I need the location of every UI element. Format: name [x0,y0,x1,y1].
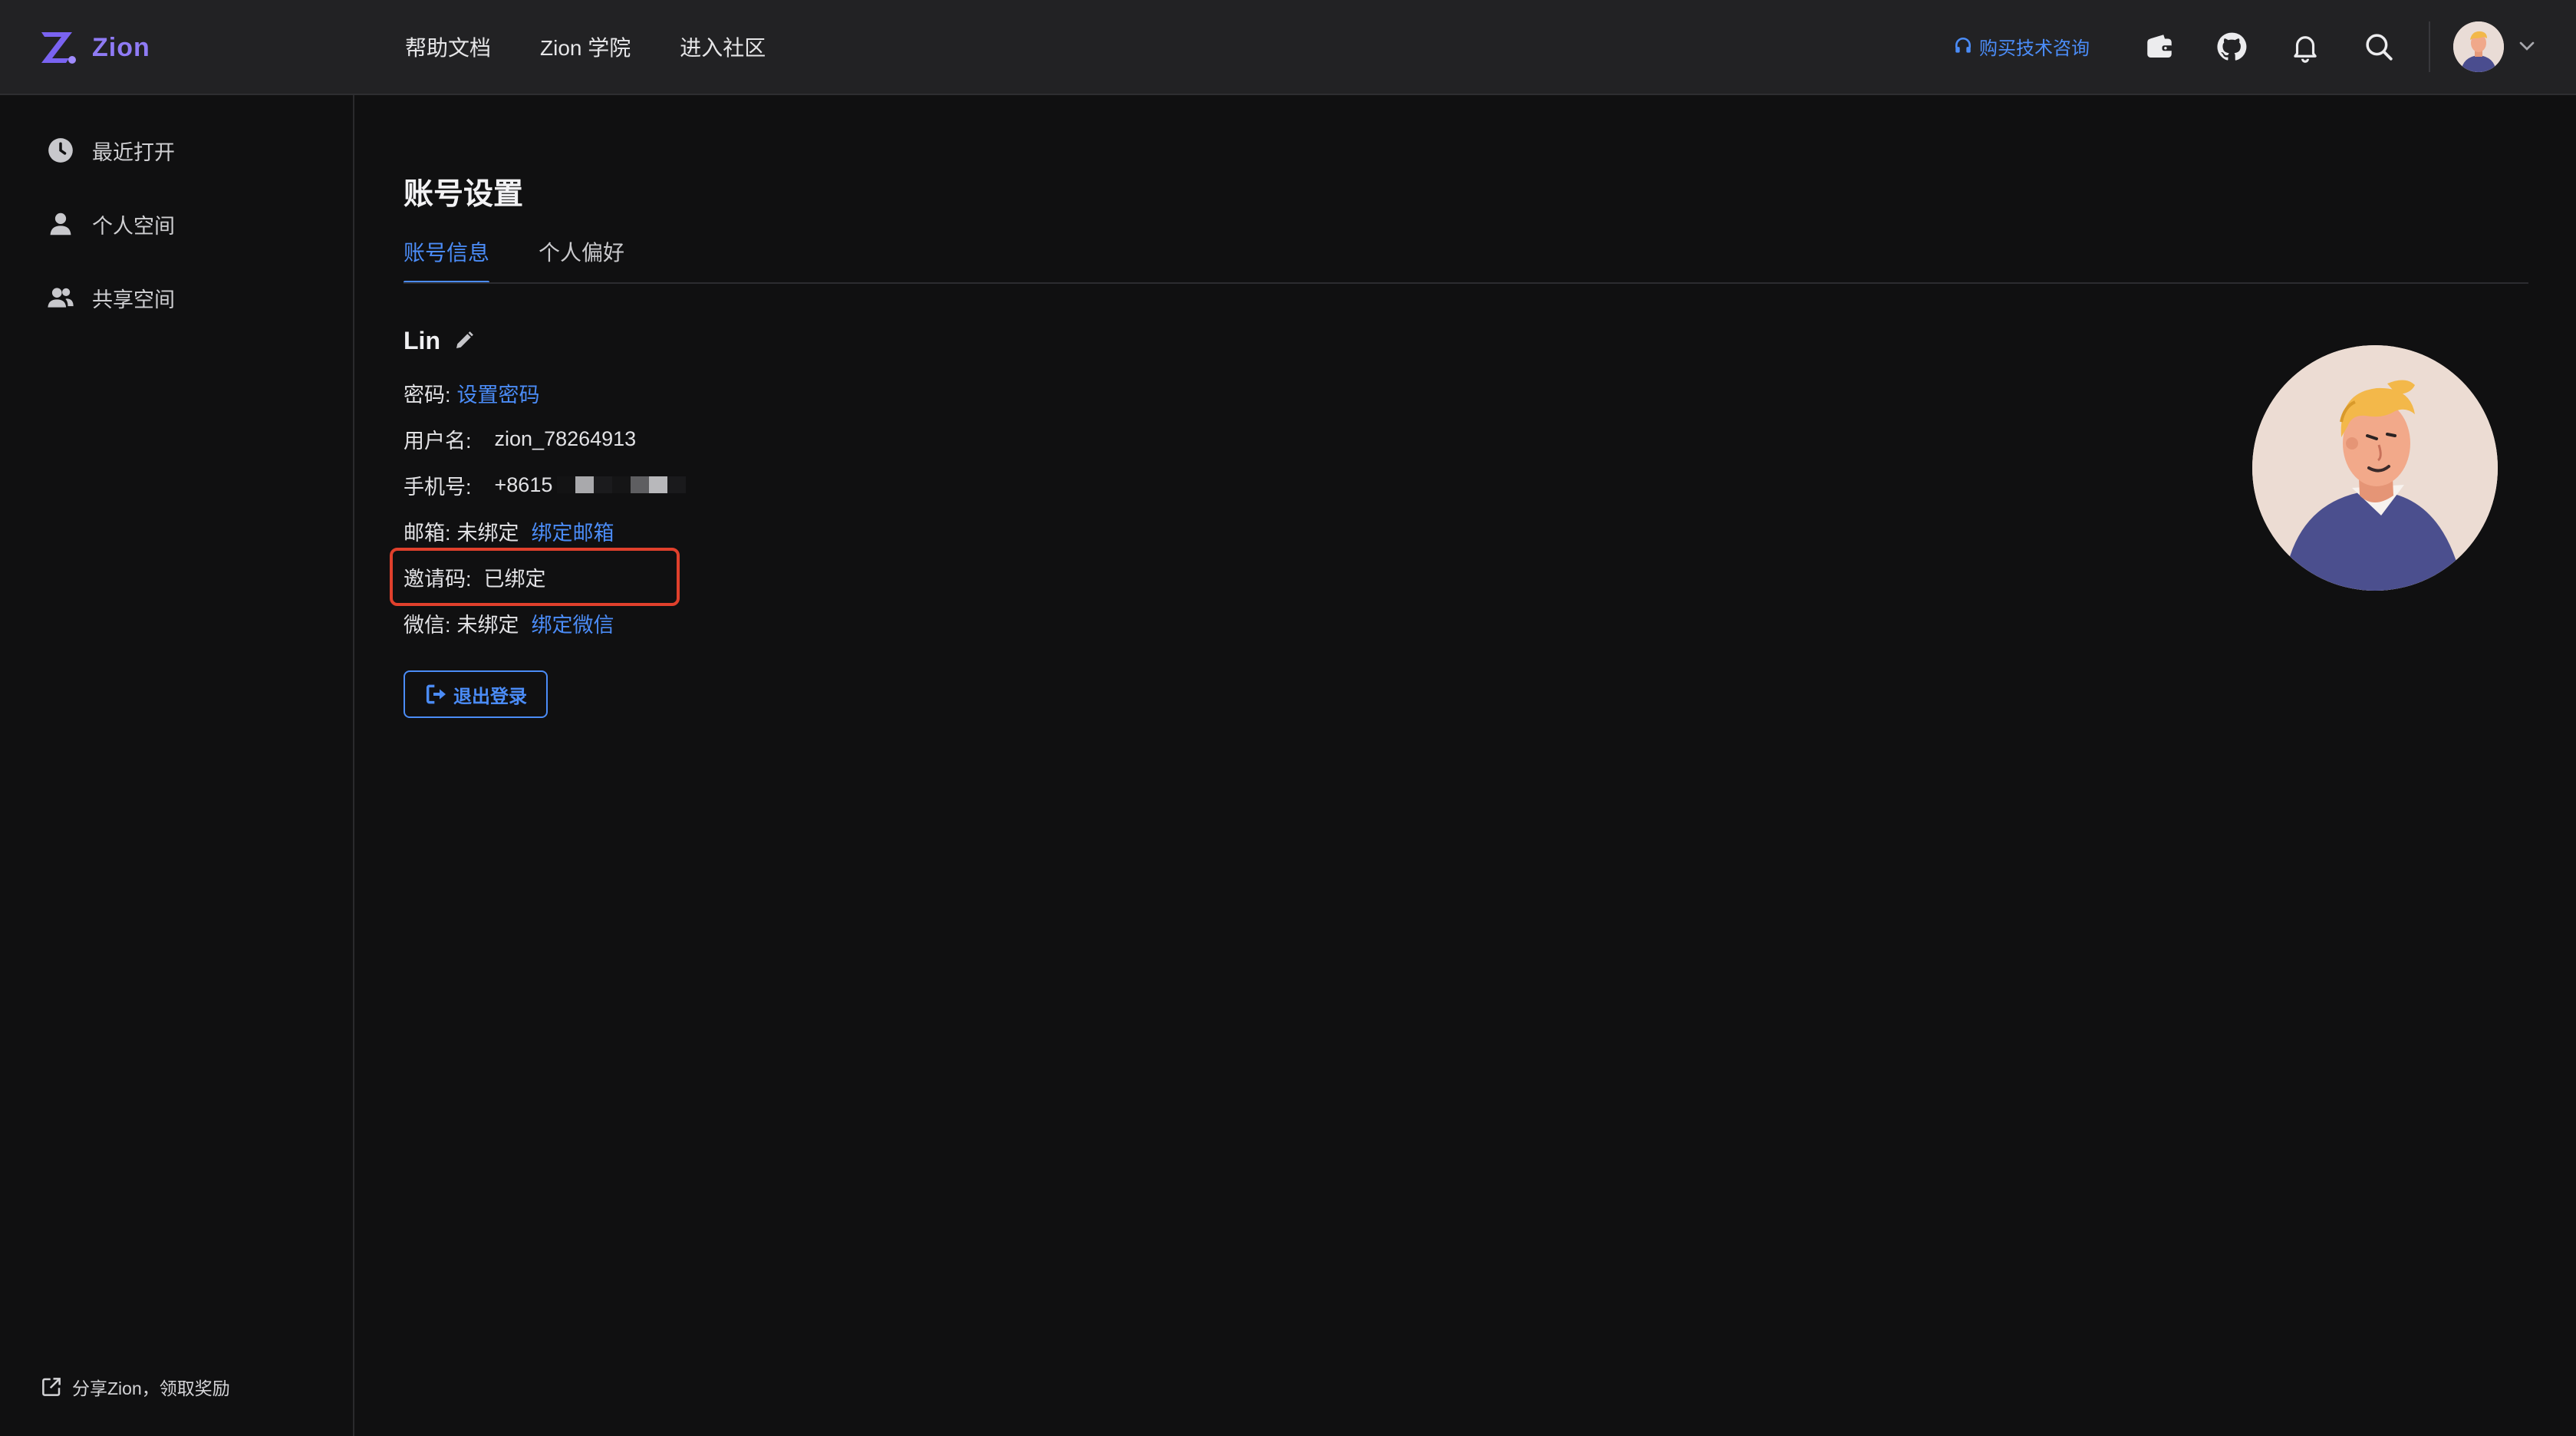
notifications-button[interactable] [2288,29,2323,64]
people-icon [48,288,74,308]
tab-account-info[interactable]: 账号信息 [404,236,490,284]
sidebar: 最近打开 个人空间 共享空间 分享Zion，领取奖励 [0,95,354,1436]
logout-icon [426,684,446,704]
bell-icon [2294,36,2317,63]
github-button[interactable] [2214,29,2249,64]
tab-preferences[interactable]: 个人偏好 [539,236,624,284]
wallet-button[interactable] [2142,29,2177,64]
logout-label: 退出登录 [453,686,527,707]
header-divider [2429,21,2430,72]
headset-icon [1955,37,1971,53]
wechat-row: 微信: 未绑定 绑定微信 [404,608,614,638]
sidebar-item-label: 共享空间 [92,288,175,311]
nav-community[interactable]: 进入社区 [680,31,766,62]
phone-row: 手机号: +8615 [404,469,687,500]
logo-text: Zion [92,32,150,62]
external-link-icon [42,1378,61,1396]
buy-consult-link[interactable]: 购买技术咨询 [1953,31,2090,61]
chevron-down-icon[interactable] [2515,34,2539,58]
account-name-text: Lin [404,326,440,354]
username-row: 用户名: zion_78264913 [404,423,636,454]
avatar-icon [2453,21,2504,72]
search-button[interactable] [2361,29,2396,64]
settings-tabs: 账号信息 个人偏好 [404,236,624,284]
email-value: 未绑定 [456,521,519,545]
phone-label: 手机号: [404,475,472,499]
nav-zion-academy[interactable]: Zion 学院 [540,31,631,62]
person-icon [50,212,71,235]
bind-wechat-link[interactable]: 绑定微信 [532,608,614,638]
github-icon [2217,32,2247,61]
user-avatar-button[interactable] [2453,21,2504,72]
tab-divider [404,282,2528,284]
bind-email-link[interactable]: 绑定邮箱 [532,516,614,546]
phone-mosaic [557,476,687,493]
page-title: 账号设置 [404,178,524,211]
username-value: zion_78264913 [494,427,637,450]
profile-avatar [2252,345,2498,591]
wallet-icon [2147,35,2173,58]
email-row: 邮箱: 未绑定 绑定邮箱 [404,515,614,546]
top-nav: 帮助文档 Zion 学院 进入社区 [405,0,766,94]
account-name: Lin [404,324,476,357]
wechat-value: 未绑定 [456,613,519,637]
sidebar-item-recent[interactable]: 最近打开 [46,132,175,169]
sidebar-item-label: 个人空间 [92,214,175,238]
wechat-label: 微信: [404,613,451,637]
share-reward-link[interactable]: 分享Zion，领取奖励 [40,1372,230,1402]
share-label: 分享Zion，领取奖励 [72,1378,230,1398]
zion-logo[interactable]: Zion [38,26,150,69]
nav-help-docs[interactable]: 帮助文档 [405,31,491,62]
clock-icon [48,138,73,163]
sidebar-item-shared[interactable]: 共享空间 [46,279,175,316]
email-label: 邮箱: [404,521,451,545]
password-row: 密码: 设置密码 [404,377,540,408]
phone-value: +8615 [494,473,553,496]
avatar-illustration-icon [2252,345,2498,591]
invite-code-highlight [390,548,680,606]
logout-button[interactable]: 退出登录 [404,670,548,718]
username-label: 用户名: [404,429,472,453]
consult-label: 购买技术咨询 [1979,38,2090,59]
set-password-link[interactable]: 设置密码 [457,378,540,408]
zion-logo-icon [41,32,76,64]
password-label: 密码: [404,383,451,407]
search-icon [2366,34,2393,61]
sidebar-item-label: 最近打开 [92,140,175,164]
edit-pencil-icon[interactable] [453,329,476,352]
top-bar: Zion 帮助文档 Zion 学院 进入社区 购买技术咨询 [0,0,2576,95]
sidebar-item-personal[interactable]: 个人空间 [46,206,175,242]
